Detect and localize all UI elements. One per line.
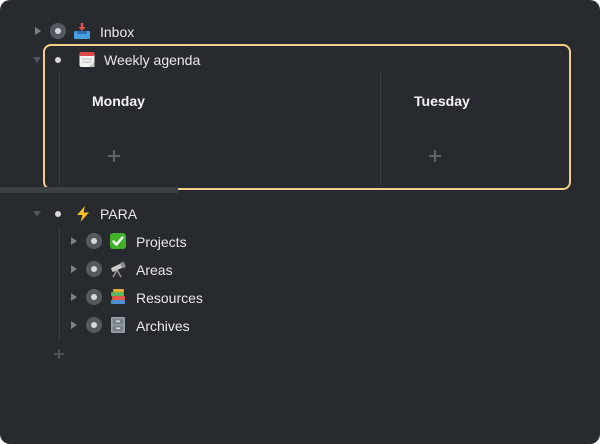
projects-label: Projects xyxy=(136,234,187,250)
indent-guide xyxy=(59,72,60,185)
areas-label: Areas xyxy=(136,262,173,278)
column-divider xyxy=(380,72,381,185)
inbox-tray-icon xyxy=(74,23,90,39)
expand-arrow-icon[interactable] xyxy=(71,293,77,301)
bullet-icon[interactable] xyxy=(55,211,61,217)
books-icon xyxy=(111,289,125,304)
expand-arrow-icon[interactable] xyxy=(71,265,77,273)
archives-label: Archives xyxy=(136,318,190,334)
expand-arrow-icon[interactable] xyxy=(71,237,77,245)
telescope-icon xyxy=(111,261,126,278)
inbox-label: Inbox xyxy=(100,24,135,40)
collapsed-bullet-icon[interactable] xyxy=(86,233,102,249)
horizontal-scrollbar[interactable] xyxy=(0,187,178,193)
add-card-tuesday-icon[interactable] xyxy=(429,150,441,162)
para-label: PARA xyxy=(100,206,138,222)
indent-guide xyxy=(59,228,60,340)
collapse-arrow-icon[interactable] xyxy=(33,211,41,217)
lightning-icon xyxy=(77,206,89,222)
file-cabinet-icon xyxy=(111,317,125,333)
collapsed-bullet-icon[interactable] xyxy=(86,261,102,277)
outline-window: Inbox Weekly agenda Monday Tuesday PARA xyxy=(0,0,600,444)
column-title-tuesday[interactable]: Tuesday xyxy=(414,93,470,109)
collapsed-bullet-icon[interactable] xyxy=(50,23,66,39)
column-title-monday[interactable]: Monday xyxy=(92,93,145,109)
resources-label: Resources xyxy=(136,290,203,306)
collapse-arrow-icon[interactable] xyxy=(33,57,41,63)
add-item-icon[interactable] xyxy=(54,349,64,359)
collapsed-bullet-icon[interactable] xyxy=(86,317,102,333)
add-card-monday-icon[interactable] xyxy=(108,150,120,162)
expand-arrow-icon[interactable] xyxy=(35,27,41,35)
collapsed-bullet-icon[interactable] xyxy=(86,289,102,305)
expand-arrow-icon[interactable] xyxy=(71,321,77,329)
weekly-agenda-board xyxy=(43,44,571,190)
check-mark-button-icon xyxy=(110,233,126,249)
